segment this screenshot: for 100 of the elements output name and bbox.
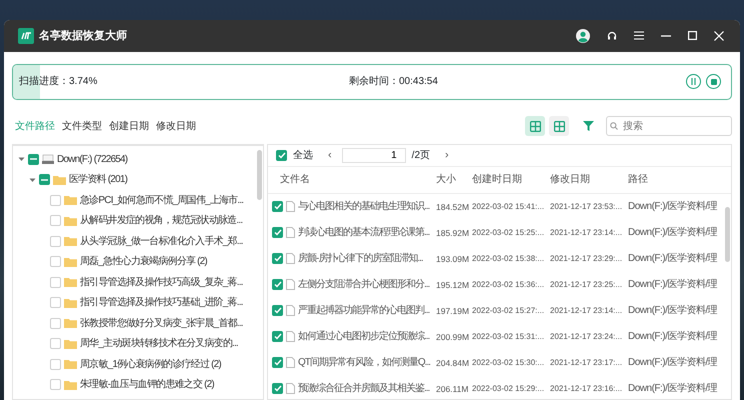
folder-icon	[64, 338, 77, 349]
tree-item-label[interactable]: 指引导管选择及操作技巧高级_复杂_蒋...	[80, 274, 243, 290]
table-cell-text: 与心电图相关的基础电生理知识...	[298, 200, 430, 214]
filter-icon[interactable]	[583, 121, 594, 132]
tree-checkbox[interactable]	[50, 276, 61, 288]
page-number-field[interactable]: 1	[342, 148, 406, 163]
headset-icon[interactable]	[607, 30, 617, 41]
tree-checkbox[interactable]	[50, 379, 61, 390]
row-checkbox[interactable]	[272, 331, 283, 342]
file-icon	[286, 357, 295, 368]
filter-tab[interactable]: 创建日期	[106, 118, 152, 134]
view-toggle-button[interactable]	[549, 116, 569, 136]
tree-item-label[interactable]: 医学资料 (201)	[69, 172, 128, 188]
tree-item-label[interactable]: 急诊PCI_如何急而不慌_周国伟_上海市...	[80, 192, 244, 208]
tree-item-label[interactable]: Down(F:) (722654)	[57, 152, 128, 167]
tree-item-label[interactable]: 张教授带您做好分叉病变_张宇晨_首都...	[80, 316, 243, 331]
tree-checkbox[interactable]	[50, 297, 61, 308]
file-icon	[286, 201, 295, 212]
scrollbar[interactable]	[725, 206, 730, 262]
table-cell-text: 如何通过心电图初步定位预激综...	[298, 330, 430, 344]
table-cell: Down(F:)/医学资料/理	[628, 331, 718, 342]
table-cell: 2022-03-02 15:25:...	[472, 228, 544, 237]
minimize-icon[interactable]	[661, 34, 671, 37]
table-cell-text: 预激综合征合并房颤及其相关鉴...	[298, 382, 430, 396]
scrollbar[interactable]	[257, 150, 262, 200]
tree-checkbox[interactable]	[28, 154, 39, 165]
next-page-button[interactable]: ›	[441, 147, 453, 164]
row-checkbox[interactable]	[272, 383, 283, 394]
expand-caret-icon[interactable]	[18, 156, 25, 162]
check-icon	[274, 333, 282, 340]
folder-icon	[64, 359, 77, 370]
table-cell: 2021-12-17 23:24:...	[550, 332, 622, 341]
table-cell: Down(F:)/医学资料/理	[628, 253, 718, 264]
folder-icon	[53, 174, 66, 185]
tree-checkbox[interactable]	[50, 256, 61, 268]
expand-caret-icon[interactable]	[29, 176, 36, 183]
table-cell-text: 左侧分支阻滞合并心梗图形和分...	[298, 278, 430, 292]
tree-item-label[interactable]: 从解码井发症的视角，规范冠状动脉造...	[80, 213, 242, 228]
file-icon	[286, 305, 295, 316]
tree-item-label[interactable]: 从头学冠脉_做一台标准化介入手术_郑...	[80, 234, 243, 249]
check-icon	[274, 203, 282, 210]
tree-checkbox[interactable]	[50, 338, 61, 350]
grid-icon	[554, 120, 564, 132]
row-checkbox[interactable]	[272, 357, 283, 368]
folder-icon	[64, 256, 77, 267]
table-cell: 2022-03-02 15:30:...	[472, 358, 544, 367]
table-cell: 2022-03-02 15:31:...	[472, 332, 544, 341]
select-all-checkbox[interactable]	[276, 150, 287, 161]
column-header[interactable]: 修改日期	[550, 174, 590, 186]
check-icon	[278, 152, 286, 159]
tree-item-label[interactable]: 朱理敏-血压与血钾的患难之交 (2)	[80, 377, 214, 392]
folder-icon	[64, 318, 77, 328]
filter-tab[interactable]: 修改日期	[153, 118, 199, 134]
minus-icon	[41, 178, 48, 181]
tree-item-label[interactable]: 周华_主动斑块转移技术在分叉病变的...	[80, 336, 238, 352]
tree-checkbox[interactable]	[50, 236, 61, 247]
window-title: 名亭数据恢复大师	[39, 28, 127, 44]
scan-progress-label: 扫描进度：3.74%	[19, 74, 98, 90]
row-checkbox[interactable]	[272, 227, 283, 238]
table-cell: 2021-12-17 23:17:...	[550, 358, 622, 367]
tree-checkbox[interactable]	[39, 174, 50, 186]
row-checkbox[interactable]	[272, 253, 283, 264]
check-icon	[274, 385, 282, 392]
table-cell: 2021-12-17 23:16:...	[550, 384, 622, 393]
folder-icon	[64, 236, 77, 246]
file-icon	[286, 253, 295, 264]
table-cell: 206.11M	[436, 384, 468, 394]
table-cell: 2021-12-17 23:14:...	[550, 306, 622, 315]
filter-tab[interactable]: 文件类型	[59, 118, 105, 134]
table-cell: Down(F:)/医学资料/理	[628, 383, 718, 394]
stop-button[interactable]	[706, 74, 721, 90]
file-icon	[286, 331, 295, 342]
previous-page-button[interactable]: ‹	[324, 147, 336, 164]
drive-icon	[42, 154, 54, 164]
column-header[interactable]: 路径	[628, 174, 648, 186]
table-cell: 195.12M	[436, 280, 470, 290]
search-field[interactable]: 搜索	[606, 116, 732, 136]
tree-checkbox[interactable]	[50, 215, 61, 226]
pause-button[interactable]	[686, 74, 701, 90]
column-header[interactable]: 大小	[436, 174, 456, 186]
stop-icon	[710, 78, 716, 85]
tree-checkbox[interactable]	[50, 318, 61, 329]
tree-checkbox[interactable]	[50, 194, 61, 206]
view-toggle-button[interactable]	[525, 116, 545, 136]
column-header[interactable]: 创建时日期	[472, 174, 522, 186]
table-cell: 204.84M	[436, 358, 470, 368]
close-icon[interactable]	[714, 30, 724, 41]
row-checkbox[interactable]	[272, 305, 283, 316]
folder-icon	[64, 216, 77, 226]
table-cell: Down(F:)/医学资料/理	[628, 357, 718, 368]
tree-checkbox[interactable]	[50, 358, 61, 370]
menu-icon[interactable]	[634, 31, 644, 40]
user-avatar-icon[interactable]	[576, 28, 590, 43]
column-header[interactable]: 文件名	[280, 172, 310, 188]
tree-item-label[interactable]: 周磊_急性心力衰竭病例分享 (2)	[80, 254, 207, 270]
maximize-icon[interactable]	[688, 31, 697, 40]
tree-item-label[interactable]: 指引导管选择及操作技巧基础_进阶_蒋...	[80, 295, 243, 310]
row-checkbox[interactable]	[272, 279, 283, 290]
tree-item-label[interactable]: 周京敏_1例心衰病例的诊疗经过 (2)	[80, 356, 221, 372]
row-checkbox[interactable]	[272, 201, 283, 212]
